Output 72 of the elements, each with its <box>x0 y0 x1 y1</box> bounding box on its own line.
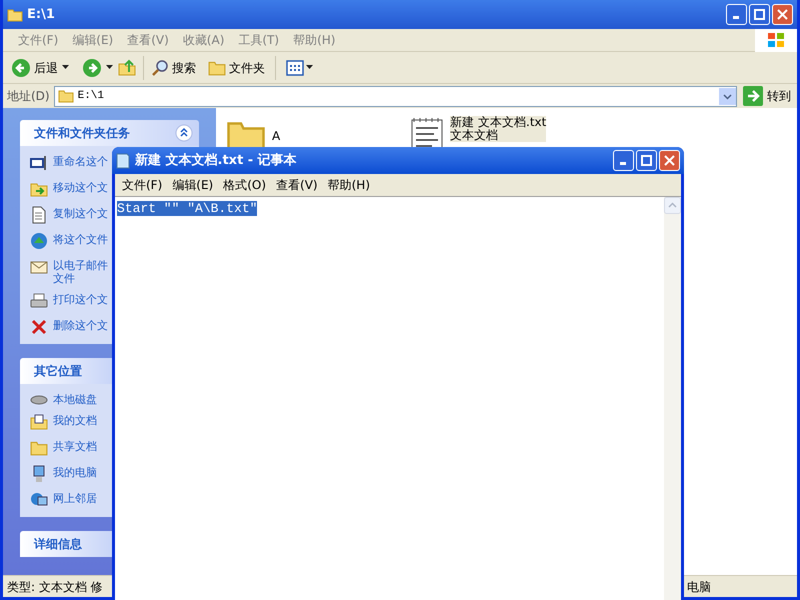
panel-header[interactable]: 详细信息 <box>20 531 115 557</box>
panel-title: 其它位置 <box>34 363 82 380</box>
maximize-button[interactable] <box>636 150 657 171</box>
menu-item[interactable]: 格式(O) <box>218 176 272 194</box>
delete-icon <box>30 318 48 336</box>
menu-item[interactable]: 查看(V) <box>271 176 323 194</box>
task-link[interactable]: 移动这个文 <box>53 180 108 193</box>
go-button[interactable]: 转到 <box>741 86 793 106</box>
dropdown-caret-icon[interactable] <box>106 64 114 70</box>
folder-document-icon <box>30 413 48 431</box>
task-link[interactable]: 本地磁盘 <box>53 392 97 405</box>
document-icon <box>30 206 48 224</box>
task-link[interactable]: 网上邻居 <box>53 491 97 504</box>
task-link[interactable]: 我的文档 <box>53 413 97 426</box>
notepad-icon <box>116 152 130 168</box>
address-field[interactable]: E:\1 <box>54 86 737 106</box>
back-button[interactable]: 后退 <box>11 58 58 78</box>
menu-item[interactable]: 文件(F) <box>11 31 66 49</box>
panel-title: 文件和文件夹任务 <box>34 125 130 142</box>
panel-title: 详细信息 <box>34 536 82 553</box>
collapse-icon[interactable] <box>175 124 193 142</box>
minimize-button[interactable] <box>726 4 747 25</box>
views-button[interactable] <box>286 60 313 76</box>
file-name[interactable]: A <box>272 116 280 143</box>
printer-icon <box>30 292 48 310</box>
window-title: 新建 文本文档.txt - 记事本 <box>135 152 297 170</box>
close-button[interactable] <box>659 150 680 171</box>
folder-icon <box>30 439 48 457</box>
task-link[interactable]: 重命名这个 <box>53 154 108 167</box>
window-title: E:\1 <box>27 6 55 24</box>
search-icon <box>151 58 169 76</box>
task-link[interactable]: 将这个文件 <box>53 232 108 245</box>
menu-item[interactable]: 编辑(E) <box>65 31 120 49</box>
menu-item[interactable]: 编辑(E) <box>167 176 218 194</box>
menu-item[interactable]: 收藏(A) <box>176 31 232 49</box>
globe-icon <box>30 232 48 250</box>
view-grid-icon <box>286 60 304 76</box>
address-label: 地址(D) <box>7 88 50 105</box>
close-icon <box>777 9 788 20</box>
task-link[interactable]: 我的电脑 <box>53 465 97 478</box>
dropdown-caret-icon <box>306 65 313 70</box>
dropdown-caret-icon[interactable] <box>62 64 70 70</box>
drive-icon <box>30 395 48 405</box>
maximize-icon <box>641 155 652 166</box>
panel-header[interactable]: 其它位置 <box>20 358 115 384</box>
folder-icon <box>7 6 23 22</box>
panel-header[interactable]: 文件和文件夹任务 <box>20 120 199 146</box>
task-link[interactable]: 共享文档 <box>53 439 97 452</box>
close-icon <box>664 155 675 166</box>
file-name[interactable]: 新建 文本文档.txt 文本文档 <box>450 116 546 142</box>
folders-button[interactable]: 文件夹 <box>208 58 265 76</box>
minimize-button[interactable] <box>613 150 634 171</box>
windows-flag-icon <box>767 32 785 48</box>
task-link[interactable]: 文件 <box>53 271 108 284</box>
menu-item[interactable]: 工具(T) <box>231 31 286 49</box>
maximize-button[interactable] <box>749 4 770 25</box>
scrollbar[interactable] <box>664 197 681 600</box>
menu-item[interactable]: 帮助(H) <box>322 176 375 194</box>
close-button[interactable] <box>772 4 793 25</box>
folder-icon <box>58 88 74 104</box>
status-text: 类型: 文本文档 修 <box>7 578 103 596</box>
menu-item[interactable]: 查看(V) <box>120 31 176 49</box>
task-link[interactable]: 复制这个文 <box>53 206 108 219</box>
task-link[interactable]: 删除这个文 <box>53 318 108 331</box>
menu-item[interactable]: 文件(F) <box>117 176 168 194</box>
document-text: Start "" "A\B.txt" <box>117 201 258 216</box>
task-link[interactable]: 打印这个文 <box>53 292 108 305</box>
status-text: 电脑 <box>687 578 711 596</box>
menu-item[interactable]: 帮助(H) <box>286 31 342 49</box>
maximize-icon <box>754 9 765 20</box>
search-button[interactable]: 搜索 <box>151 58 196 76</box>
task-link[interactable]: 以电子邮件 <box>53 258 108 271</box>
